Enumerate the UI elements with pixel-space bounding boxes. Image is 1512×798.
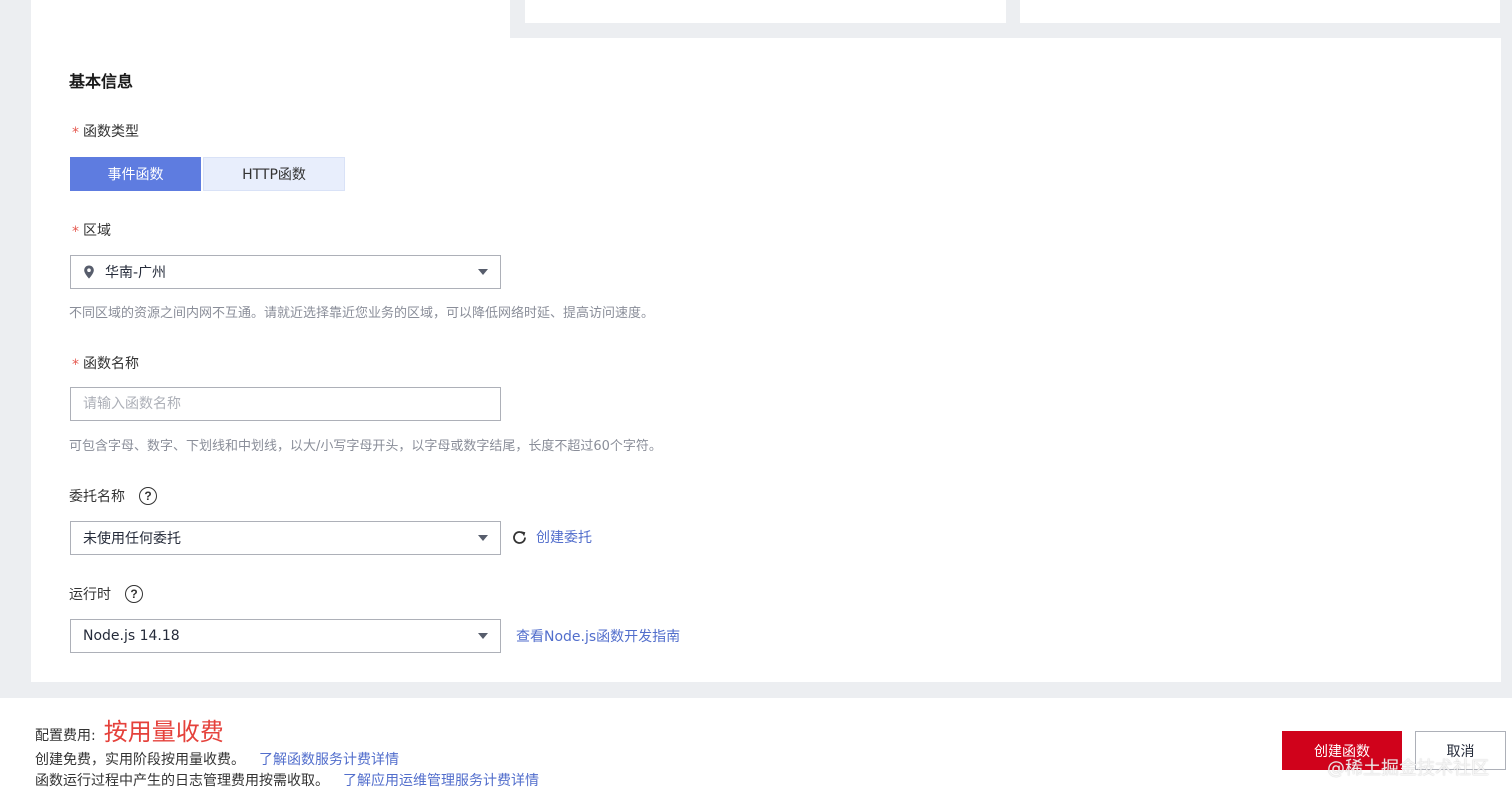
chevron-down-icon xyxy=(478,535,488,541)
fee-value: 按用量收费 xyxy=(103,718,224,746)
required-mark: * xyxy=(72,357,79,373)
required-mark: * xyxy=(72,125,79,141)
agency-value: 未使用任何委托 xyxy=(83,531,181,547)
chevron-down-icon xyxy=(478,269,488,275)
cancel-button[interactable]: 取消 xyxy=(1415,731,1506,770)
help-icon[interactable]: ? xyxy=(139,487,157,505)
http-function-option[interactable]: HTTP函数 xyxy=(203,157,345,191)
section-title: 基本信息 xyxy=(69,72,134,91)
function-name-label-text: 函数名称 xyxy=(83,356,139,372)
function-type-toggle: 事件函数 HTTP函数 xyxy=(70,157,345,191)
help-icon[interactable]: ? xyxy=(125,585,143,603)
top-card-2 xyxy=(1020,0,1500,23)
fee-summary: 配置费用: 按用量收费 xyxy=(35,712,224,747)
runtime-label-text: 运行时 xyxy=(69,587,111,603)
create-function-button[interactable]: 创建函数 xyxy=(1282,731,1402,770)
aom-billing-link[interactable]: 了解应用运维管理服务计费详情 xyxy=(343,770,539,790)
event-function-option[interactable]: 事件函数 xyxy=(70,157,201,191)
function-type-label: * 函数类型 xyxy=(69,121,139,141)
refresh-icon[interactable] xyxy=(511,529,528,546)
top-card-1 xyxy=(525,0,1006,23)
runtime-value: Node.js 14.18 xyxy=(83,628,180,644)
region-value: 华南-广州 xyxy=(105,265,167,281)
agency-select[interactable]: 未使用任何委托 xyxy=(70,521,501,555)
required-mark: * xyxy=(72,224,79,240)
region-hint: 不同区域的资源之间内网不互通。请就近选择靠近您业务的区域，可以降低网络时延、提高… xyxy=(69,306,655,321)
location-pin-icon xyxy=(83,265,95,279)
agency-label: 委托名称 ? xyxy=(69,486,157,506)
runtime-guide-link[interactable]: 查看Node.js函数开发指南 xyxy=(516,626,680,646)
function-name-label: * 函数名称 xyxy=(69,353,139,373)
chevron-down-icon xyxy=(478,633,488,639)
region-select[interactable]: 华南-广州 xyxy=(70,255,501,289)
fee-label: 配置费用: xyxy=(35,728,96,744)
fee-note-1: 创建免费，实用阶段按用量收费。 了解函数服务计费详情 xyxy=(35,749,399,769)
runtime-label: 运行时 ? xyxy=(69,584,143,604)
fee-note-2-text: 函数运行过程中产生的日志管理费用按需收取。 xyxy=(35,773,329,789)
region-label: * 区域 xyxy=(69,220,111,240)
agency-label-text: 委托名称 xyxy=(69,489,125,505)
agency-actions: 创建委托 xyxy=(511,527,592,547)
basic-info-card xyxy=(31,38,1501,682)
fee-note-1-text: 创建免费，实用阶段按用量收费。 xyxy=(35,752,245,768)
function-type-label-text: 函数类型 xyxy=(83,124,139,140)
fee-note-2: 函数运行过程中产生的日志管理费用按需收取。 了解应用运维管理服务计费详情 xyxy=(35,770,539,790)
function-name-hint: 可包含字母、数字、下划线和中划线，以大/小写字母开头，以字母或数字结尾，长度不超… xyxy=(69,439,662,454)
function-name-input[interactable] xyxy=(70,387,501,421)
function-billing-link[interactable]: 了解函数服务计费详情 xyxy=(259,749,399,769)
create-agency-link[interactable]: 创建委托 xyxy=(536,527,592,547)
runtime-select[interactable]: Node.js 14.18 xyxy=(70,619,501,653)
region-label-text: 区域 xyxy=(83,223,111,239)
top-left-panel xyxy=(31,0,510,38)
